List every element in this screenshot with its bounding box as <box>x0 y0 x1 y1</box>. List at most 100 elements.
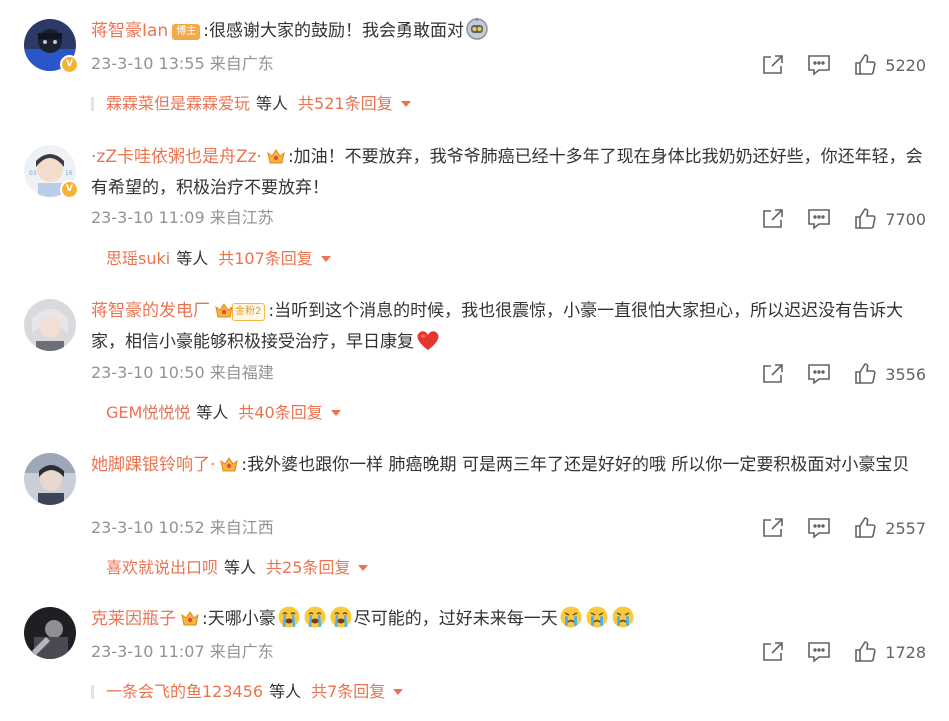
comment-body: :我外婆也跟你一样 肺癌晚期 可是两三年了还是好好的哦 所以你一定要积极面对小豪… <box>241 455 910 475</box>
like-count: 5220 <box>885 55 926 75</box>
comment-location: 来自广东 <box>209 642 274 661</box>
fan-crown-icon <box>214 300 234 328</box>
red-heart-emoji-icon <box>415 328 441 361</box>
comment-text: 她脚踝银铃响了· :我外婆也跟你一样 肺癌晚期 可是两三年了还是好好的哦 所以你一… <box>91 451 926 482</box>
comment-button[interactable] <box>807 207 831 231</box>
comment-location: 来自江西 <box>209 518 274 537</box>
like-icon <box>855 54 876 75</box>
share-button[interactable] <box>761 516 785 540</box>
chevron-down-icon <box>358 565 369 571</box>
username[interactable]: ·zZ卡哇依粥也是舟Zz· <box>91 147 262 167</box>
username[interactable]: 克莱因瓶子 <box>91 609 176 629</box>
comment-time: 23-3-10 10:52 <box>91 518 205 537</box>
avatar[interactable] <box>24 453 76 505</box>
like-button[interactable]: 2557 <box>853 516 926 540</box>
username[interactable]: 蒋智豪的发电厂 <box>91 301 210 321</box>
comment-location: 来自江苏 <box>209 208 274 227</box>
crying-emoji-icon <box>585 605 609 638</box>
like-button[interactable]: 1728 <box>853 640 926 664</box>
like-icon <box>855 363 876 384</box>
like-button[interactable]: 3556 <box>853 362 926 386</box>
reply-username[interactable]: 喜欢就说出口呗 <box>106 557 218 579</box>
comment-body: :很感谢大家的鼓励！我会勇敢面对 <box>203 21 464 41</box>
comment-icon <box>808 642 831 663</box>
fan-crown-icon <box>219 454 239 482</box>
comment-body: :天哪小豪 <box>202 609 276 629</box>
comment-meta: 23-3-10 13:55 来自广东 <box>91 54 274 74</box>
reply-count[interactable]: 共521条回复 <box>298 93 393 115</box>
like-button[interactable]: 5220 <box>853 53 926 77</box>
fan-level-badge: 金粉2 <box>232 303 266 321</box>
reply-summary[interactable]: GEM悦悦悦 等人 共40条回复 <box>91 402 341 424</box>
share-button[interactable] <box>761 362 785 386</box>
comment-button[interactable] <box>807 53 831 77</box>
comment-time: 23-3-10 10:50 <box>91 363 205 382</box>
share-icon <box>763 55 784 74</box>
share-icon <box>763 642 784 661</box>
reply-suffix: 等人 <box>269 682 302 701</box>
fan-crown-icon <box>266 146 286 174</box>
share-button[interactable] <box>761 53 785 77</box>
robot-emoji-icon <box>465 17 489 50</box>
comment-actions: 7700 <box>739 206 926 232</box>
comment-meta: 23-3-10 11:07 来自广东 <box>91 642 274 662</box>
comment-text: 克莱因瓶子:天哪小豪 尽可能的，过好未来每一天 <box>91 605 926 638</box>
reply-suffix: 等人 <box>176 249 209 268</box>
comment-meta: 23-3-10 10:50 来自福建 <box>91 363 274 383</box>
like-count: 3556 <box>885 364 926 384</box>
comment-1: V 蒋智豪Ian 博主:很感谢大家的鼓励！我会勇敢面对 23-3-10 13:55… <box>0 0 949 120</box>
reply-count[interactable]: 共40条回复 <box>238 402 322 424</box>
share-icon <box>763 518 784 537</box>
comment-button[interactable] <box>807 362 831 386</box>
comment-text: 蒋智豪Ian 博主:很感谢大家的鼓励！我会勇敢面对 <box>91 17 926 50</box>
avatar[interactable] <box>24 607 76 659</box>
comment-icon <box>808 209 831 230</box>
reply-count[interactable]: 共7条回复 <box>311 681 385 703</box>
reply-suffix: 等人 <box>256 94 289 113</box>
reply-count[interactable]: 共107条回复 <box>218 248 313 270</box>
like-icon <box>855 517 876 538</box>
comment-text: 蒋智豪的发电厂 金粉2:当听到这个消息的时候，我也很震惊，小豪一直很怕大家担心，所… <box>91 297 926 361</box>
comment-actions: 1728 <box>739 639 926 665</box>
reply-divider <box>91 685 94 699</box>
reply-summary[interactable]: 一条会飞的鱼123456 等人 共7条回复 <box>91 681 404 703</box>
like-icon <box>855 208 876 229</box>
username[interactable]: 她脚踝银铃响了· <box>91 455 215 475</box>
like-count: 1728 <box>885 642 926 662</box>
comment-button[interactable] <box>807 640 831 664</box>
chevron-down-icon <box>320 256 331 262</box>
reply-summary[interactable]: 喜欢就说出口呗 等人 共25条回复 <box>91 557 369 579</box>
comment-time: 23-3-10 13:55 <box>91 54 205 73</box>
sobbing-emoji-icon <box>277 605 301 638</box>
reply-suffix: 等人 <box>224 558 257 577</box>
username[interactable]: 蒋智豪Ian <box>91 21 168 41</box>
reply-summary[interactable]: 霖霖菜但是霖霖爱玩 等人 共521条回复 <box>91 93 411 115</box>
verified-icon: V <box>60 180 79 199</box>
svg-text:03: 03 <box>29 170 37 177</box>
share-button[interactable] <box>761 640 785 664</box>
comment-text: ·zZ卡哇依粥也是舟Zz·:加油！不要放弃，我爷爷肺癌已经十多年了现在身体比我奶… <box>91 143 926 202</box>
reply-count[interactable]: 共25条回复 <box>266 557 350 579</box>
comment-meta: 23-3-10 10:52 来自江西 <box>91 518 274 538</box>
reply-username[interactable]: 思瑶suki <box>106 248 170 270</box>
comment-icon <box>808 55 831 76</box>
sobbing-emoji-icon <box>329 605 353 638</box>
comment-button[interactable] <box>807 516 831 540</box>
comment-icon <box>808 364 831 385</box>
comment-actions: 3556 <box>739 361 926 387</box>
reply-username[interactable]: GEM悦悦悦 <box>106 402 190 424</box>
like-button[interactable]: 7700 <box>853 207 926 231</box>
fan-crown-icon <box>180 608 200 636</box>
reply-summary[interactable]: 思瑶suki 等人 共107条回复 <box>91 248 331 270</box>
comment-meta: 23-3-10 11:09 来自江苏 <box>91 208 274 228</box>
share-icon <box>763 209 784 228</box>
share-button[interactable] <box>761 207 785 231</box>
like-count: 7700 <box>885 209 926 229</box>
verified-icon: V <box>60 55 79 74</box>
chevron-down-icon <box>330 410 341 416</box>
like-count: 2557 <box>885 518 926 538</box>
comment-icon <box>808 518 831 539</box>
reply-username[interactable]: 一条会飞的鱼123456 <box>106 681 263 703</box>
avatar[interactable] <box>24 299 76 351</box>
reply-username[interactable]: 霖霖菜但是霖霖爱玩 <box>106 93 250 115</box>
